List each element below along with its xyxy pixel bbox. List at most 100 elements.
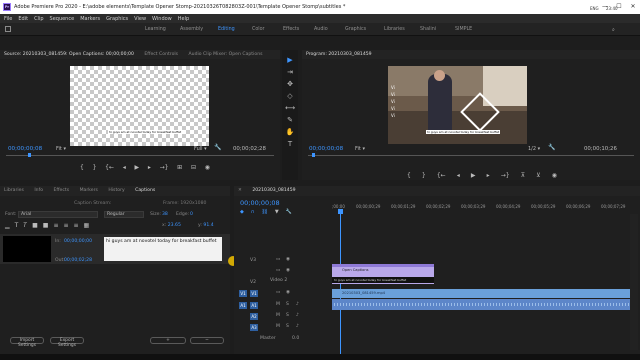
- menu-file[interactable]: File: [4, 16, 12, 22]
- microphone-icon[interactable]: ♪: [296, 302, 299, 307]
- marker-icon[interactable]: ▼: [275, 209, 279, 215]
- close-icon[interactable]: ✕: [238, 188, 242, 193]
- hand-tool-icon[interactable]: ✋: [285, 127, 295, 137]
- microphone-icon[interactable]: ♪: [296, 324, 299, 329]
- step-forward-icon[interactable]: ▸: [148, 164, 151, 171]
- solo-button[interactable]: S: [286, 324, 289, 329]
- mute-button[interactable]: M: [276, 324, 280, 329]
- mark-in-icon[interactable]: {: [407, 172, 411, 179]
- mark-out-icon[interactable]: }: [93, 164, 97, 171]
- edge-value[interactable]: 0: [190, 212, 193, 217]
- track-v2-label[interactable]: V2: [250, 280, 256, 285]
- close-button[interactable]: ✕: [626, 2, 640, 12]
- slip-tool-icon[interactable]: ⟷: [285, 103, 295, 113]
- tab-audio-clip-mixer[interactable]: Audio Clip Mixer: Open Captions: [189, 52, 263, 57]
- timeline-timecode[interactable]: 00;00;00;08: [240, 199, 280, 207]
- mark-in-icon[interactable]: {: [80, 164, 84, 171]
- settings-wrench-icon[interactable]: 🔧: [286, 209, 292, 215]
- align-center-icon[interactable]: ≡: [63, 222, 68, 230]
- tab-sequence[interactable]: 20210303_081459: [252, 188, 295, 193]
- master-value[interactable]: 0.0: [292, 336, 299, 341]
- underline-icon[interactable]: ▁: [5, 222, 10, 230]
- add-caption-button[interactable]: +: [150, 337, 186, 344]
- toggle-output-icon[interactable]: ▭: [276, 290, 280, 295]
- step-back-icon[interactable]: ◂: [457, 172, 460, 179]
- tab-captions[interactable]: Captions: [135, 188, 155, 193]
- microphone-icon[interactable]: ♪: [296, 313, 299, 318]
- color-swatch-icon[interactable]: ■: [32, 222, 38, 230]
- timeline-scrollbar[interactable]: [630, 214, 638, 350]
- linked-selection-icon[interactable]: ⛓: [262, 209, 268, 215]
- play-icon[interactable]: ▶: [134, 164, 139, 171]
- tab-history[interactable]: History: [108, 188, 124, 193]
- caption-entry[interactable]: In: 00;00;00;00 Out: 00;00;02;28 hi guys…: [0, 234, 230, 264]
- workspace-color[interactable]: Color: [252, 27, 265, 32]
- timeline-ruler[interactable]: ;00;00 00;00;00;29 00;00;01;29 00;00;02;…: [332, 204, 640, 214]
- track-a1-label[interactable]: A1: [250, 302, 258, 309]
- playhead-handle[interactable]: [338, 209, 343, 214]
- export-frame-icon[interactable]: ◉: [205, 164, 210, 171]
- import-settings-button[interactable]: Import Settings: [10, 337, 44, 348]
- menu-window[interactable]: Window: [152, 16, 172, 22]
- eye-icon[interactable]: ◉: [286, 268, 290, 273]
- size-value[interactable]: 38: [162, 212, 168, 217]
- solo-button[interactable]: S: [286, 313, 289, 318]
- track-a2-label[interactable]: A2: [250, 313, 258, 320]
- eye-icon[interactable]: ◉: [286, 290, 290, 295]
- toggle-output-icon[interactable]: ▭: [276, 257, 280, 262]
- mute-button[interactable]: M: [276, 302, 280, 307]
- align-right-icon[interactable]: ≡: [74, 222, 79, 230]
- source-playhead[interactable]: [28, 153, 31, 157]
- solo-button[interactable]: S: [286, 302, 289, 307]
- program-timecode-in[interactable]: 00;00;00;08: [309, 146, 343, 152]
- workspace-audio[interactable]: Audio: [314, 27, 328, 32]
- wrench-icon[interactable]: 🔧: [214, 144, 221, 151]
- razor-tool-icon[interactable]: ◇: [285, 91, 295, 101]
- snap-icon[interactable]: ∩: [251, 209, 255, 215]
- workspace-libraries[interactable]: Libraries: [384, 27, 405, 32]
- wrench-icon[interactable]: 🔧: [548, 144, 555, 151]
- play-icon[interactable]: ▶: [471, 172, 476, 179]
- menu-clip[interactable]: Clip: [34, 16, 43, 22]
- tab-source[interactable]: Source: 20210303_081459: Open Captions: …: [4, 52, 134, 57]
- source-scrubber[interactable]: [6, 155, 274, 156]
- caption-text-field[interactable]: hi guys am at novotel today for breakfas…: [104, 237, 222, 261]
- program-scrubber[interactable]: [308, 155, 634, 156]
- caption-out-timecode[interactable]: 00;00;02;28: [64, 258, 92, 263]
- audio-clip[interactable]: [332, 299, 632, 310]
- caption-in-timecode[interactable]: 00;00;00;00: [64, 239, 92, 244]
- source-a1-patch[interactable]: A1: [239, 302, 247, 309]
- mark-out-icon[interactable]: }: [422, 172, 426, 179]
- tab-effect-controls[interactable]: Effect Controls: [144, 52, 178, 57]
- go-to-in-icon[interactable]: {←: [437, 172, 446, 179]
- tab-info[interactable]: Info: [34, 188, 43, 193]
- go-to-out-icon[interactable]: →}: [501, 172, 510, 179]
- toggle-output-icon[interactable]: ▭: [276, 268, 280, 273]
- step-back-icon[interactable]: ◂: [123, 164, 126, 171]
- background-color-icon[interactable]: ■: [43, 222, 49, 230]
- search-icon[interactable]: ⌕: [612, 27, 615, 33]
- program-fit-dropdown[interactable]: Fit ▾: [355, 146, 365, 152]
- workspace-effects[interactable]: Effects: [283, 27, 299, 32]
- workspace-shalini[interactable]: Shalini: [420, 27, 436, 32]
- track-v3-label[interactable]: V3: [250, 258, 256, 263]
- source-timecode-in[interactable]: 00;00;00;08: [8, 146, 42, 152]
- selection-tool-icon[interactable]: ▶: [285, 55, 295, 65]
- y-position[interactable]: y: 91.4: [198, 223, 214, 228]
- font-style-dropdown[interactable]: Regular: [104, 211, 144, 218]
- track-v1-label[interactable]: V1: [250, 290, 258, 297]
- ripple-edit-tool-icon[interactable]: ✥: [285, 79, 295, 89]
- text-tool-icon[interactable]: T: [15, 222, 19, 230]
- source-v1-patch[interactable]: V1: [239, 290, 247, 297]
- workspace-simple[interactable]: SIMPLE: [455, 27, 472, 32]
- go-to-out-icon[interactable]: →}: [160, 164, 169, 171]
- go-to-in-icon[interactable]: {←: [105, 164, 114, 171]
- tab-effects[interactable]: Effects: [53, 188, 69, 193]
- mute-button[interactable]: M: [276, 313, 280, 318]
- tab-markers[interactable]: Markers: [80, 188, 98, 193]
- insert-icon[interactable]: ⊞: [177, 164, 182, 171]
- workspace-learning[interactable]: Learning: [145, 27, 166, 32]
- track-a3-label[interactable]: A3: [250, 324, 258, 331]
- pen-tool-icon[interactable]: ✎: [285, 115, 295, 125]
- eye-icon[interactable]: ◉: [286, 257, 290, 262]
